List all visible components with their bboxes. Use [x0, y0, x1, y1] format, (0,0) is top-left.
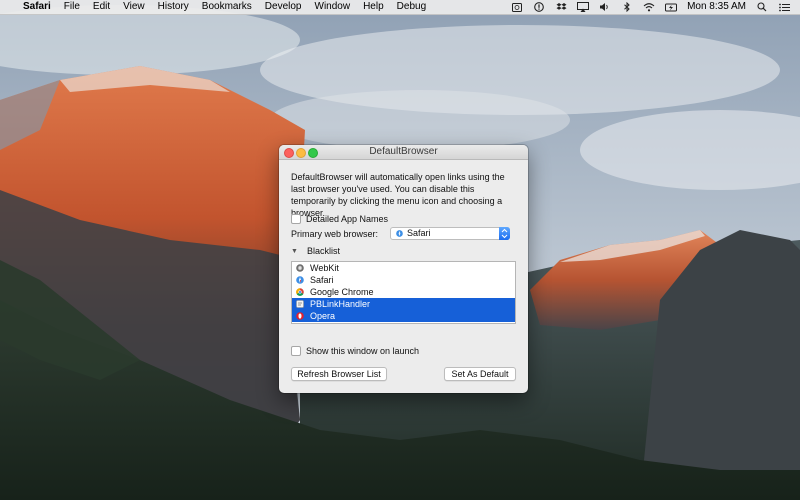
bluetooth-icon[interactable]	[621, 2, 633, 12]
list-item-webkit[interactable]: WebKit	[292, 262, 515, 274]
blacklist-label: Blacklist	[306, 246, 340, 256]
list-item-label: PBLinkHandler	[310, 299, 371, 309]
list-item-label: Google Chrome	[310, 287, 374, 297]
list-item-safari[interactable]: Safari	[292, 274, 515, 286]
safari-icon	[296, 276, 304, 284]
airplay-icon[interactable]	[577, 2, 590, 12]
primary-browser-value: Safari	[407, 228, 431, 238]
close-button[interactable]	[284, 148, 294, 158]
description-text: DefaultBrowser will automatically open l…	[291, 172, 505, 218]
menu-edit[interactable]: Edit	[93, 0, 110, 14]
menu-view[interactable]: View	[123, 0, 145, 14]
menu-help[interactable]: Help	[363, 0, 384, 14]
webkit-icon	[296, 264, 304, 272]
menu-clock[interactable]: Mon 8:35 AM	[687, 0, 746, 14]
list-item-label: WebKit	[310, 263, 339, 273]
wifi-icon[interactable]	[643, 2, 655, 12]
defaultbrowser-window: DefaultBrowser DefaultBrowser will autom…	[279, 145, 528, 393]
detailed-names-label: Detailed App Names	[306, 214, 389, 224]
menu-history[interactable]: History	[158, 0, 189, 14]
detailed-names-row[interactable]: Detailed App Names	[291, 214, 388, 224]
select-stepper-icon[interactable]	[499, 227, 510, 240]
detailed-names-checkbox[interactable]	[291, 214, 301, 224]
show-on-launch-label: Show this window on launch	[306, 346, 420, 356]
list-item-google-chrome[interactable]: Google Chrome	[292, 286, 515, 298]
safari-icon	[396, 230, 403, 237]
minimize-button[interactable]	[296, 148, 306, 158]
alert-icon[interactable]	[533, 2, 545, 12]
show-on-launch-row[interactable]: Show this window on launch	[291, 346, 419, 356]
disclosure-triangle-icon[interactable]: ▼	[291, 248, 298, 255]
volume-icon[interactable]	[599, 2, 611, 12]
notification-center-icon[interactable]	[778, 2, 790, 12]
list-item-label: Opera	[310, 311, 336, 321]
primary-browser-label: Primary web browser:	[291, 229, 379, 239]
zoom-button[interactable]	[308, 148, 318, 158]
opera-icon	[296, 312, 304, 320]
menu-debug[interactable]: Debug	[397, 0, 426, 14]
dropbox-icon[interactable]	[555, 2, 567, 12]
menu-bookmarks[interactable]: Bookmarks	[202, 0, 252, 14]
chrome-icon	[296, 288, 304, 296]
primary-browser-select[interactable]: Safari	[390, 227, 510, 240]
set-as-default-button[interactable]: Set As Default	[444, 367, 516, 381]
menu-app-name[interactable]: Safari	[23, 0, 51, 14]
refresh-browser-list-button[interactable]: Refresh Browser List	[291, 367, 387, 381]
show-on-launch-checkbox[interactable]	[291, 346, 301, 356]
menu-bar-right: Mon 8:35 AM	[501, 0, 790, 14]
pblinkhandler-icon	[296, 300, 304, 308]
battery-icon[interactable]	[665, 2, 678, 12]
list-item-pblinkhandler[interactable]: PBLinkHandler	[292, 298, 515, 310]
defaultbrowser-icon[interactable]	[511, 2, 523, 12]
window-titlebar[interactable]: DefaultBrowser	[279, 145, 528, 160]
window-title: DefaultBrowser	[369, 146, 438, 157]
menu-window[interactable]: Window	[315, 0, 351, 14]
blacklist-disclosure[interactable]: ▼ Blacklist	[291, 246, 340, 256]
menu-develop[interactable]: Develop	[265, 0, 302, 14]
blacklist-list[interactable]: WebKit Safari Google Chrome PBLinkHandle…	[291, 261, 516, 324]
search-icon[interactable]	[756, 2, 768, 12]
primary-browser-row: Primary web browser: Safari	[291, 227, 510, 240]
list-item-opera[interactable]: Opera	[292, 310, 515, 322]
list-item-label: Safari	[310, 275, 334, 285]
menu-file[interactable]: File	[64, 0, 80, 14]
menu-bar: Safari File Edit View History Bookmarks …	[0, 0, 800, 15]
menu-bar-left: Safari File Edit View History Bookmarks …	[10, 0, 439, 14]
